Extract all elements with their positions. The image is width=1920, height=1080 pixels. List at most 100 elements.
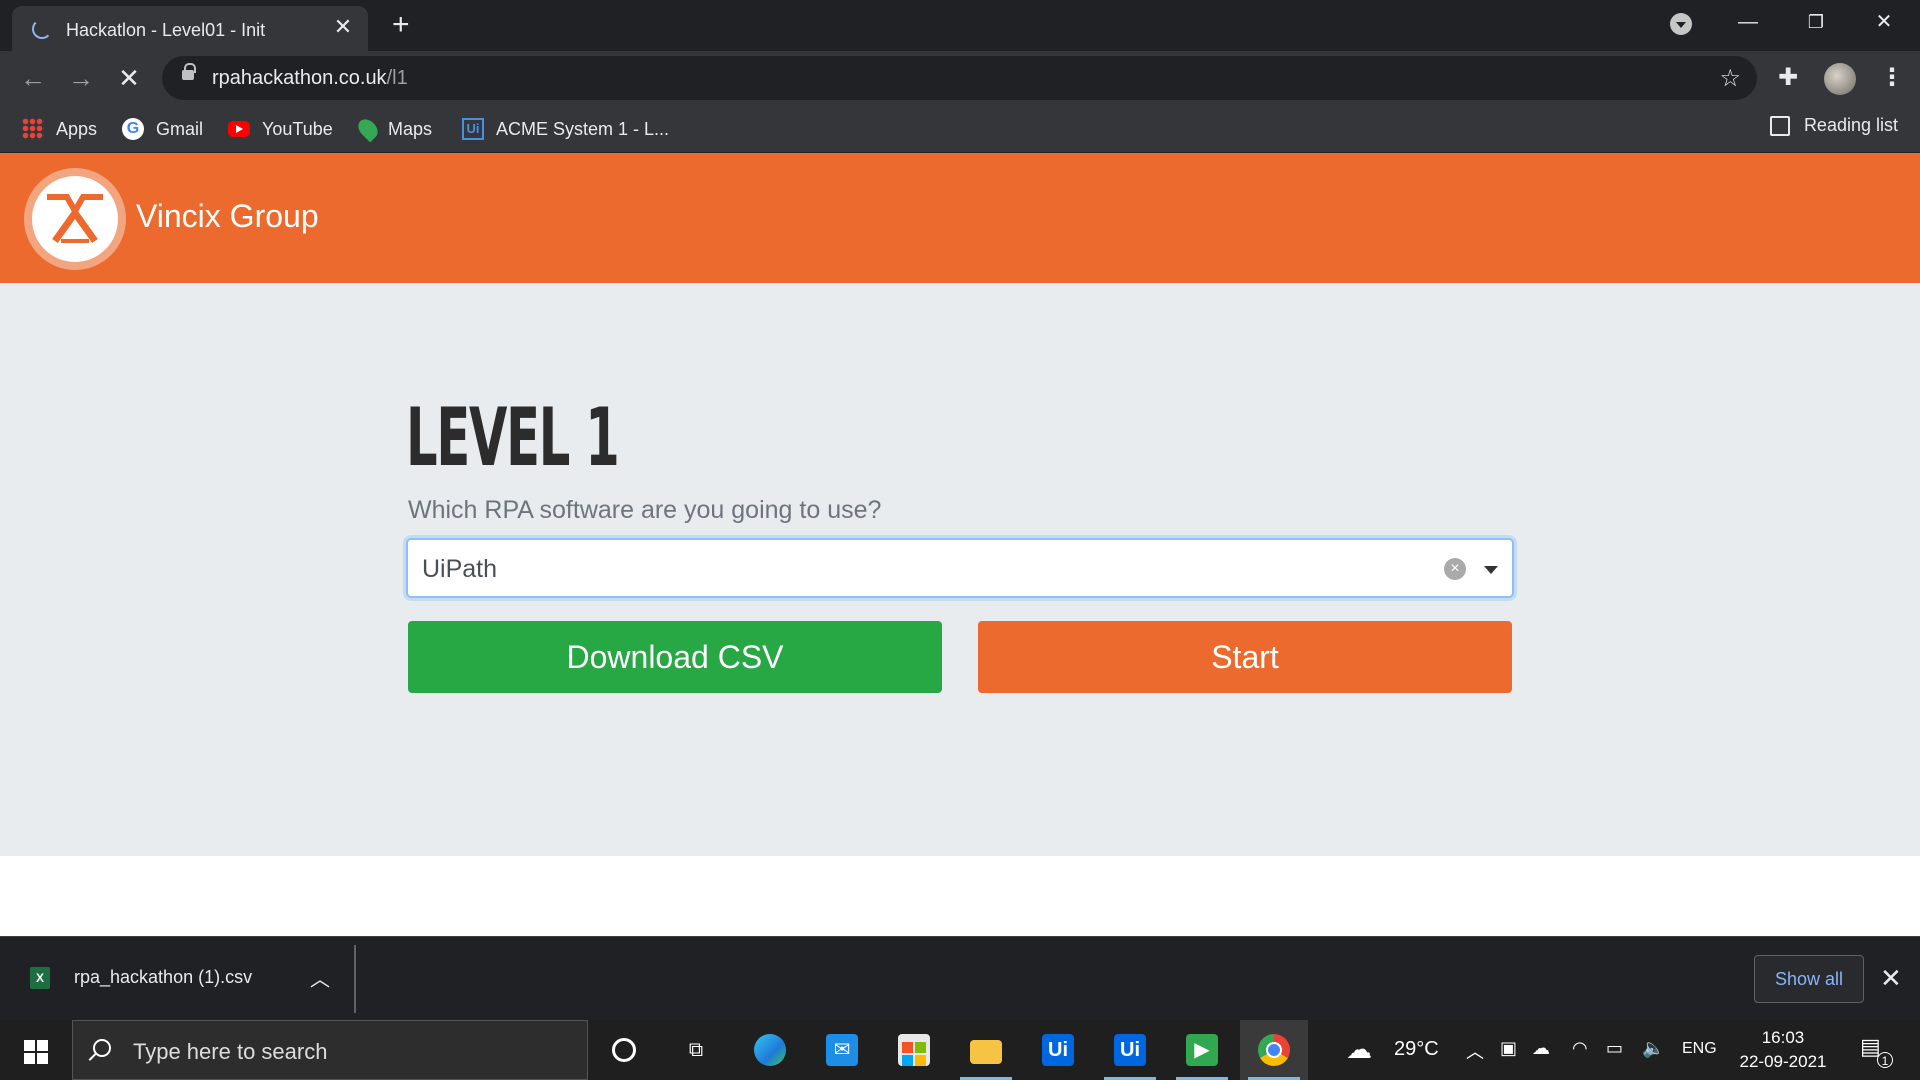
show-all-button[interactable]: Show all — [1754, 955, 1864, 1003]
profile-avatar[interactable] — [1824, 63, 1856, 95]
excel-file-icon: X — [30, 967, 50, 989]
chrome-icon — [1258, 1034, 1290, 1066]
download-file-name: rpa_hackathon (1).csv — [74, 967, 253, 987]
forward-icon[interactable]: → — [64, 61, 98, 95]
reading-list-label: Reading list — [1803, 115, 1898, 135]
close-shelf-icon[interactable]: ✕ — [1880, 963, 1902, 994]
uipath-icon: Ui — [1042, 1034, 1074, 1066]
bookmarks-bar: Apps G Gmail YouTube Maps Ui ACME System… — [0, 105, 1920, 153]
windows-start-icon[interactable] — [24, 1040, 48, 1064]
divider — [354, 945, 356, 1013]
uipath-icon: Ui — [1114, 1034, 1146, 1066]
taskbar-mail[interactable]: ✉ — [808, 1020, 876, 1080]
back-icon[interactable]: ← — [16, 61, 50, 95]
rpa-software-select[interactable]: UiPath × — [406, 538, 1514, 598]
vincix-logo — [24, 168, 126, 270]
download-shelf: X rpa_hackathon (1).csv ︿ Show all ✕ — [0, 936, 1920, 1020]
battery-icon[interactable]: ▭ — [1606, 1038, 1623, 1059]
close-window-icon[interactable]: ✕ — [1850, 0, 1918, 44]
system-clock[interactable]: 16:03 22-09-2021 — [1718, 1026, 1848, 1074]
search-icon — [93, 1039, 111, 1057]
reading-list-button[interactable]: Reading list — [1769, 115, 1898, 136]
new-tab-icon[interactable]: + — [392, 10, 410, 40]
web-page: Vincix Group LEVEL 1 Which RPA software … — [0, 153, 1920, 936]
start-button[interactable]: Start — [978, 621, 1512, 693]
google-icon: G — [122, 118, 144, 140]
taskbar-uipath-assistant[interactable]: Ui — [1096, 1020, 1164, 1080]
taskbar-file-explorer[interactable] — [952, 1020, 1020, 1080]
folder-icon — [970, 1040, 1002, 1064]
cortana-button[interactable] — [590, 1020, 658, 1080]
search-placeholder: Type here to search — [133, 1039, 328, 1064]
chevron-up-icon[interactable]: ︿ — [310, 963, 330, 992]
cortana-icon — [612, 1038, 636, 1062]
taskbar-uipath-studio[interactable]: Ui — [1024, 1020, 1092, 1080]
windows-taskbar: Type here to search ⧉ ✉ Ui Ui ▶ ☁ 29°C ︿… — [0, 1020, 1920, 1080]
weather-temperature[interactable]: 29°C — [1394, 1038, 1439, 1061]
address-bar[interactable]: rpahackathon.co.uk/l1 ☆ — [162, 56, 1757, 100]
notification-count-badge: 1 — [1877, 1052, 1893, 1068]
wifi-icon[interactable]: ◠ — [1572, 1038, 1588, 1059]
bookmark-youtube[interactable]: YouTube — [228, 115, 333, 143]
weather-cloud-icon[interactable]: ☁ — [1346, 1034, 1372, 1065]
bookmark-label: Apps — [56, 118, 98, 139]
task-view-button[interactable]: ⧉ — [662, 1020, 730, 1080]
bookmark-label: ACME System 1 - L... — [496, 118, 670, 139]
edge-icon — [754, 1034, 786, 1066]
clock-time: 16:03 — [1761, 1028, 1805, 1047]
taskbar-search-input[interactable]: Type here to search — [72, 1020, 588, 1080]
apps-grid-icon — [22, 118, 44, 140]
bookmark-label: Maps — [388, 118, 433, 139]
url-text: rpahackathon.co.uk/l1 — [212, 67, 408, 90]
restore-icon[interactable]: ❐ — [1782, 0, 1850, 44]
bookmark-label: Gmail — [156, 118, 204, 139]
uipath-icon: Ui — [462, 118, 484, 140]
url-path: /l1 — [386, 67, 408, 89]
bookmark-gmail[interactable]: G Gmail — [122, 115, 203, 143]
bookmark-star-icon[interactable]: ☆ — [1719, 64, 1741, 93]
show-hidden-icons-icon[interactable]: ︿ — [1466, 1038, 1484, 1064]
stop-loading-icon[interactable]: ✕ — [112, 61, 146, 95]
site-header: Vincix Group — [0, 153, 1920, 283]
bookmark-label: YouTube — [262, 118, 333, 139]
more-menu-icon[interactable]: ⋮ — [1880, 63, 1904, 92]
onedrive-icon[interactable]: ☁ — [1532, 1038, 1550, 1059]
clock-date: 22-09-2021 — [1739, 1052, 1827, 1071]
browser-toolbar: ← → ✕ rpahackathon.co.uk/l1 ☆ ✚ ⋮ — [0, 51, 1920, 105]
tab-search-icon[interactable] — [1670, 13, 1692, 35]
rpa-question-label: Which RPA software are you going to use? — [408, 496, 882, 524]
bookmark-acme[interactable]: Ui ACME System 1 - L... — [462, 115, 669, 143]
bookmark-maps[interactable]: Maps — [354, 115, 433, 143]
bookmark-apps[interactable]: Apps — [22, 115, 97, 143]
lock-icon[interactable] — [182, 63, 196, 80]
loading-spinner-icon — [32, 19, 52, 39]
play-icon: ▶ — [1186, 1034, 1218, 1066]
taskbar-chrome[interactable] — [1240, 1020, 1308, 1080]
minimize-icon[interactable]: — — [1714, 0, 1782, 44]
task-view-icon: ⧉ — [688, 1039, 704, 1061]
close-tab-icon[interactable]: ✕ — [332, 16, 354, 38]
tab-strip: Hackatlon - Level01 - Init ✕ + — ❐ ✕ — [0, 0, 1920, 51]
tab-title: Hackatlon - Level01 - Init — [66, 20, 266, 40]
language-indicator[interactable]: ENG — [1682, 1040, 1717, 1058]
extensions-icon[interactable]: ✚ — [1778, 63, 1798, 92]
mail-icon: ✉ — [826, 1034, 858, 1066]
download-csv-button[interactable]: Download CSV — [408, 621, 942, 693]
volume-icon[interactable]: 🔈 — [1642, 1038, 1664, 1059]
page-title: LEVEL 1 — [406, 391, 620, 484]
youtube-icon — [228, 121, 250, 137]
vincix-x-icon — [47, 194, 103, 244]
main-content: LEVEL 1 Which RPA software are you going… — [0, 283, 1920, 856]
taskbar-edge[interactable] — [736, 1020, 804, 1080]
clear-selection-icon[interactable]: × — [1444, 558, 1466, 580]
meet-now-icon[interactable]: ▣ — [1500, 1038, 1517, 1059]
store-icon — [898, 1034, 930, 1066]
url-host: rpahackathon.co.uk — [212, 67, 387, 89]
chevron-down-icon[interactable] — [1484, 566, 1498, 574]
taskbar-media-player[interactable]: ▶ — [1168, 1020, 1236, 1080]
taskbar-store[interactable] — [880, 1020, 948, 1080]
browser-tab[interactable]: Hackatlon - Level01 - Init ✕ — [12, 6, 368, 51]
selected-value: UiPath — [422, 555, 498, 583]
brand-name: Vincix Group — [136, 198, 319, 234]
maps-icon — [354, 115, 382, 143]
